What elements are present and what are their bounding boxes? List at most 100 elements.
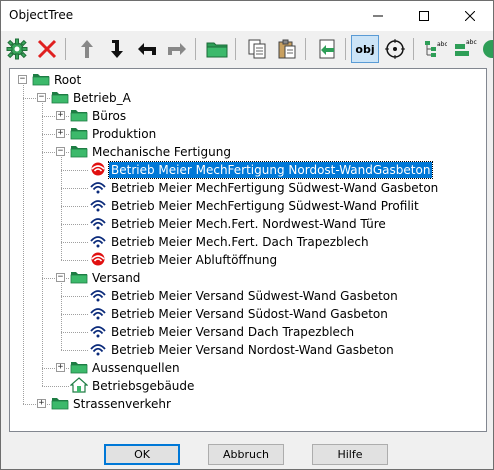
sensor-icon bbox=[89, 324, 107, 341]
toolbar-separator bbox=[195, 38, 196, 60]
tree-node-label[interactable]: Betrieb Meier Versand Südost-Wand Gasbet… bbox=[109, 306, 390, 322]
folder-icon bbox=[70, 360, 88, 377]
tree-node-label[interactable]: Mechanische Fertigung bbox=[90, 144, 233, 160]
collapse-toggle[interactable]: − bbox=[37, 93, 46, 102]
tree-node[interactable]: Root bbox=[32, 71, 83, 89]
tree-node-label[interactable]: Betrieb Meier Abluftöffnung bbox=[109, 252, 279, 268]
tree-node-label[interactable]: Betrieb Meier Versand Nordost-Wand Gasbe… bbox=[109, 342, 396, 358]
tree-node[interactable]: Betrieb Meier Mech.Fert. Nordwest-Wand T… bbox=[89, 215, 388, 233]
tree-node-label[interactable]: Betrieb Meier Versand Südwest-Wand Gasbe… bbox=[109, 288, 400, 304]
tree-node-label[interactable]: Strassenverkehr bbox=[71, 396, 173, 412]
move-up-arrow-icon[interactable] bbox=[73, 35, 101, 63]
sensor-icon bbox=[89, 180, 107, 197]
tree-node[interactable]: Betrieb Meier Versand Südost-Wand Gasbet… bbox=[89, 305, 390, 323]
cancel-button[interactable]: Abbruch bbox=[208, 444, 284, 465]
forward-arrow-icon[interactable] bbox=[163, 35, 191, 63]
close-button[interactable] bbox=[447, 1, 493, 31]
tree-node-label[interactable]: Betrieb Meier Mech.Fert. Dach Trapezblec… bbox=[109, 234, 371, 250]
folder-icon bbox=[70, 270, 88, 287]
tree-node[interactable]: Betrieb_A bbox=[51, 89, 133, 107]
collapse-toggle[interactable]: − bbox=[18, 75, 27, 84]
folder-icon bbox=[70, 144, 88, 161]
tree-connector bbox=[61, 350, 88, 351]
obj-toggle-button[interactable]: obj bbox=[351, 35, 379, 63]
tree-node-label[interactable]: Betrieb Meier Versand Dach Trapezblech bbox=[109, 324, 356, 340]
tree-node[interactable]: Betrieb Meier MechFertigung Nordost-Wand… bbox=[89, 161, 434, 179]
tree-node[interactable]: Aussenquellen bbox=[70, 359, 182, 377]
tree-node-label[interactable]: Aussenquellen bbox=[90, 360, 182, 376]
tree-node[interactable]: Betrieb Meier Versand Südwest-Wand Gasbe… bbox=[89, 287, 400, 305]
tree-connector bbox=[42, 103, 43, 386]
back-arrow-icon[interactable] bbox=[133, 35, 161, 63]
object-tree-window: ObjectTree obj abc abc Root − Betrieb_A … bbox=[0, 0, 494, 470]
tree-node[interactable]: Betrieb Meier Mech.Fert. Dach Trapezblec… bbox=[89, 233, 371, 251]
sensor-icon bbox=[89, 306, 107, 323]
sensor-icon bbox=[89, 342, 107, 359]
tree-node-label[interactable]: Versand bbox=[90, 270, 142, 286]
title-bar[interactable]: ObjectTree bbox=[1, 1, 493, 31]
tree-connector bbox=[61, 260, 88, 261]
window-title: ObjectTree bbox=[9, 8, 74, 22]
object-tree-view[interactable]: Root − Betrieb_A − Büros + Produktion + Mechanis… bbox=[9, 68, 487, 432]
tree-connector bbox=[61, 314, 88, 315]
minimize-icon bbox=[373, 15, 383, 17]
tree-node-label[interactable]: Produktion bbox=[90, 126, 158, 142]
delete-x-icon[interactable] bbox=[33, 35, 61, 63]
move-down-arrow-icon[interactable] bbox=[103, 35, 131, 63]
tree-node-label[interactable]: Betrieb Meier MechFertigung Südwest-Wand… bbox=[109, 180, 440, 196]
tree-connector bbox=[23, 85, 24, 404]
target-icon[interactable] bbox=[381, 35, 409, 63]
expand-toggle[interactable]: + bbox=[56, 363, 65, 372]
tree-node-label[interactable]: Betrieb Meier MechFertigung Südwest-Wand… bbox=[109, 198, 421, 214]
tree-connector bbox=[61, 206, 88, 207]
folder-icon bbox=[51, 396, 69, 413]
tree-abc-icon[interactable]: abc bbox=[421, 35, 449, 63]
toolbar-separator bbox=[413, 38, 414, 60]
tree-connector bbox=[61, 296, 88, 297]
tree-node[interactable]: Büros bbox=[70, 107, 128, 125]
tree-node[interactable]: Mechanische Fertigung bbox=[70, 143, 233, 161]
expand-toggle[interactable]: + bbox=[56, 129, 65, 138]
sensor-alert-icon bbox=[89, 162, 107, 179]
tree-connector bbox=[61, 170, 88, 171]
maximize-button[interactable] bbox=[401, 1, 447, 31]
tree-connector bbox=[61, 332, 88, 333]
tree-node[interactable]: Betrieb Meier MechFertigung Südwest-Wand… bbox=[89, 179, 440, 197]
tree-connector bbox=[61, 283, 62, 350]
tree-node-label[interactable]: Root bbox=[52, 72, 83, 88]
paste-icon[interactable] bbox=[273, 35, 301, 63]
collapse-toggle[interactable]: − bbox=[56, 147, 65, 156]
tree-node[interactable]: Betrieb Meier MechFertigung Südwest-Wand… bbox=[89, 197, 421, 215]
folder-icon bbox=[32, 72, 50, 89]
tree-node-label[interactable]: Betrieb Meier Mech.Fert. Nordwest-Wand T… bbox=[109, 216, 388, 232]
expand-toggle[interactable]: + bbox=[56, 111, 65, 120]
tree-connector bbox=[42, 386, 69, 387]
tree-node-label[interactable]: Betriebsgebäude bbox=[90, 378, 196, 394]
folder-icon bbox=[70, 126, 88, 143]
tree-node[interactable]: Strassenverkehr bbox=[51, 395, 173, 413]
tree-node-label[interactable]: Büros bbox=[90, 108, 128, 124]
expand-toggle[interactable]: + bbox=[37, 399, 46, 408]
tree-node[interactable]: Betrieb Meier Versand Dach Trapezblech bbox=[89, 323, 356, 341]
toolbar-separator bbox=[65, 38, 66, 60]
settings-gear-icon[interactable] bbox=[3, 35, 31, 63]
tree-node[interactable]: Betrieb Meier Versand Nordost-Wand Gasbe… bbox=[89, 341, 396, 359]
tree-node[interactable]: Produktion bbox=[70, 125, 158, 143]
tree-node[interactable]: Betriebsgebäude bbox=[69, 376, 196, 395]
folder-icon[interactable] bbox=[203, 35, 231, 63]
tree-node[interactable]: Versand bbox=[70, 269, 142, 287]
sort-abc-icon[interactable]: abc bbox=[451, 35, 479, 63]
import-icon[interactable] bbox=[313, 35, 341, 63]
tree-connector bbox=[61, 224, 88, 225]
tree-node-label[interactable]: Betrieb Meier MechFertigung Nordost-Wand… bbox=[107, 161, 434, 179]
ok-button[interactable]: OK bbox=[104, 444, 180, 465]
tree-node[interactable]: Betrieb Meier Abluftöffnung bbox=[89, 251, 279, 269]
next-green-icon[interactable] bbox=[481, 35, 493, 63]
copy-icon[interactable] bbox=[243, 35, 271, 63]
tree-node-label[interactable]: Betrieb_A bbox=[71, 90, 133, 106]
help-button[interactable]: Hilfe bbox=[312, 444, 388, 465]
obj-toggle-label: obj bbox=[355, 42, 375, 56]
tree-connector bbox=[61, 188, 88, 189]
minimize-button[interactable] bbox=[355, 1, 401, 31]
collapse-toggle[interactable]: − bbox=[56, 273, 65, 282]
